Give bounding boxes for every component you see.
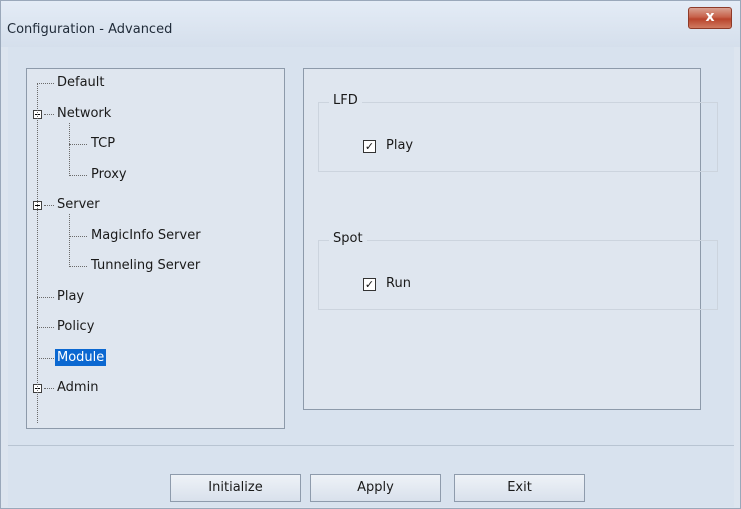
apply-button[interactable]: Apply: [310, 474, 441, 502]
close-icon: x: [705, 9, 715, 25]
run-checkbox[interactable]: ✓: [363, 278, 376, 291]
tree-item-label: Proxy: [91, 166, 127, 182]
tree-connector: [69, 266, 87, 267]
tree-item-label: Default: [57, 75, 105, 90]
spot-group: Spot ✓ Run: [318, 231, 718, 310]
tree-item-play[interactable]: Play: [55, 286, 86, 308]
tree-connector: [69, 235, 87, 237]
footer-divider: [8, 445, 734, 446]
tree-branch-line: [69, 214, 70, 267]
tree-connector: [37, 296, 54, 298]
tree-item-label: Network: [57, 105, 112, 121]
configuration-window: Configuration - Advanced x ^ v DefaultNe…: [0, 0, 741, 509]
lfd-group-title: LFD: [329, 93, 362, 108]
tree-connector: [44, 388, 54, 389]
close-button[interactable]: x: [688, 7, 732, 29]
tree-item-label: Policy: [57, 319, 95, 334]
tree-item-label: MagicInfo Server: [91, 227, 201, 243]
tree-connector: [37, 327, 54, 328]
tree-item-label: Tunneling Server: [91, 258, 201, 273]
tree-item-server[interactable]: Server: [55, 194, 102, 216]
navigation-tree: ^ v DefaultNetworkTCPProxyServerMagicInf…: [26, 68, 285, 429]
tree-item-label: Module: [55, 348, 107, 366]
window-title: Configuration - Advanced: [7, 22, 173, 37]
tree-item-proxy[interactable]: Proxy: [89, 164, 129, 186]
initialize-button[interactable]: Initialize: [170, 474, 301, 502]
tree-item-network[interactable]: Network: [55, 103, 113, 125]
tree-connector: [37, 357, 54, 359]
tree-item-default[interactable]: Default: [55, 72, 107, 94]
tree-connector: [44, 113, 54, 115]
exit-button[interactable]: Exit: [454, 474, 585, 502]
run-checkbox-label[interactable]: Run: [386, 276, 411, 291]
play-checkbox[interactable]: ✓: [363, 140, 376, 153]
tree-connector: [44, 205, 54, 206]
tree-item-magicinfo-server[interactable]: MagicInfo Server: [89, 225, 203, 247]
tree-connector: [69, 144, 87, 145]
title-bar[interactable]: Configuration - Advanced x: [1, 1, 740, 47]
tree-item-admin[interactable]: Admin: [55, 377, 100, 399]
tree-item-label: Server: [57, 197, 100, 212]
tree-item-tcp[interactable]: TCP: [89, 133, 117, 155]
tree-item-policy[interactable]: Policy: [55, 316, 96, 338]
tree-item-tunneling-server[interactable]: Tunneling Server: [89, 255, 202, 277]
client-area: ^ v DefaultNetworkTCPProxyServerMagicInf…: [8, 47, 734, 507]
tree-connector: [69, 174, 87, 176]
spot-group-title: Spot: [329, 231, 367, 246]
tree-item-label: Admin: [57, 380, 99, 395]
tree-item-label: TCP: [91, 136, 116, 151]
play-checkbox-label[interactable]: Play: [386, 138, 413, 153]
tree-item-module[interactable]: Module: [55, 347, 107, 369]
lfd-group: LFD ✓ Play: [318, 93, 718, 172]
tree-connector: [37, 83, 54, 84]
tree-root-line: [37, 83, 38, 423]
tree-item-label: Play: [57, 288, 85, 304]
settings-panel: LFD ✓ Play Spot ✓ Run: [303, 68, 718, 410]
tree-branch-line: [69, 122, 70, 176]
